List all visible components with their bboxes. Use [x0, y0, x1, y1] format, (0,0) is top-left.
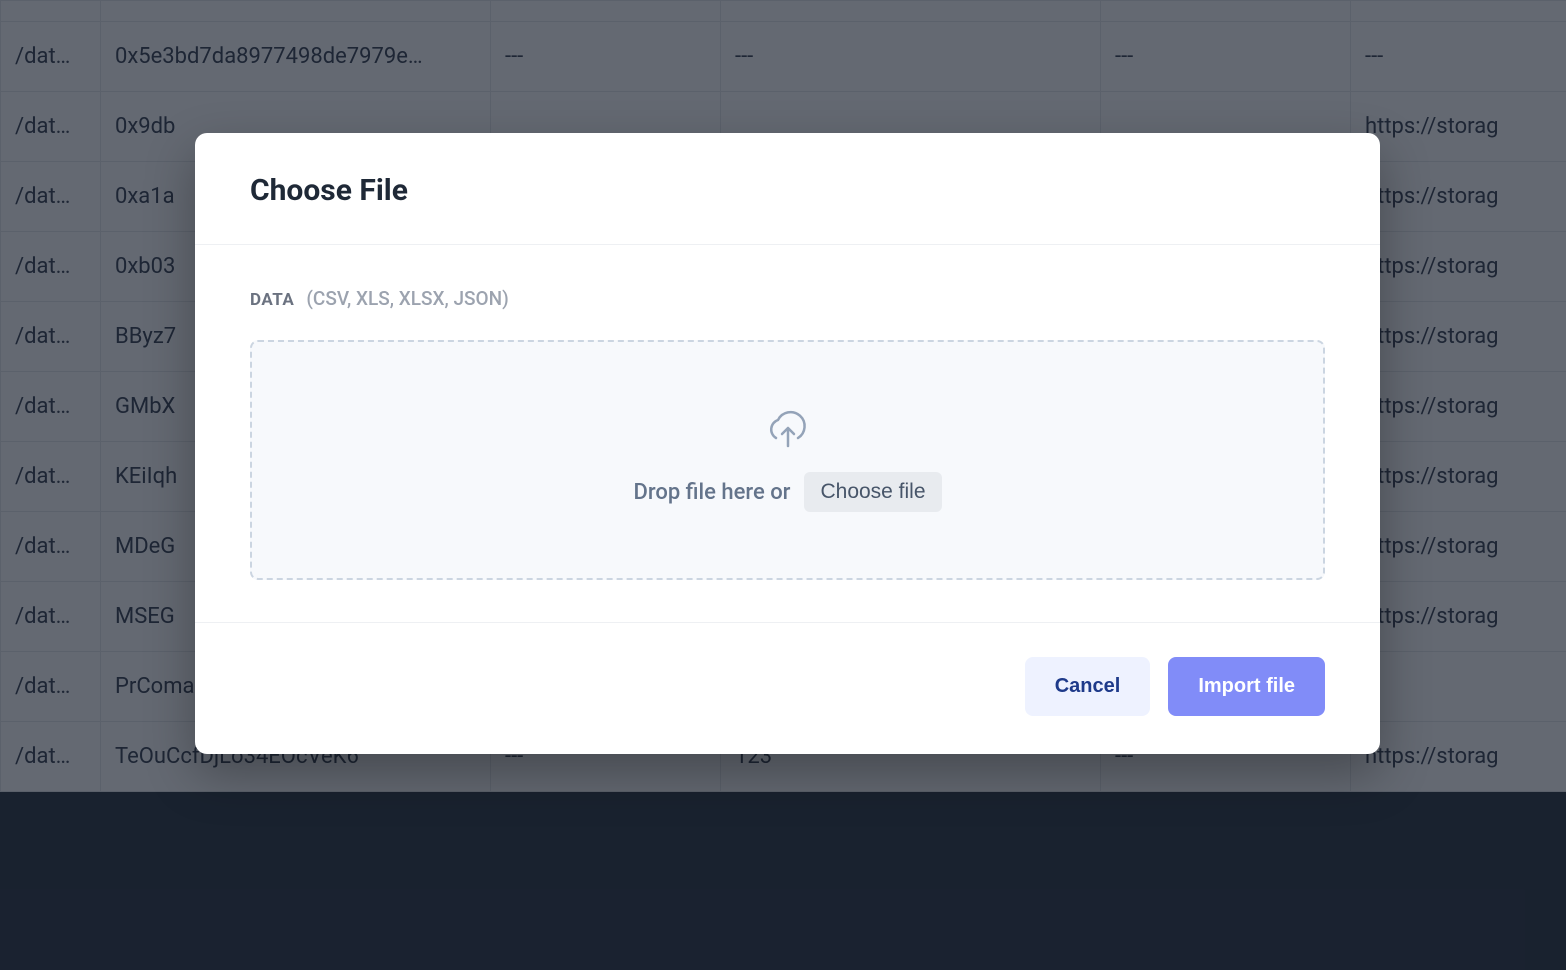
import-file-button[interactable]: Import file: [1168, 657, 1325, 716]
modal-body: DATA (CSV, XLS, XLSX, JSON) Drop file he…: [195, 245, 1380, 623]
modal-footer: Cancel Import file: [195, 623, 1380, 754]
file-dropzone[interactable]: Drop file here or Choose file: [250, 340, 1325, 580]
choose-file-modal: Choose File DATA (CSV, XLS, XLSX, JSON) …: [195, 133, 1380, 754]
dropzone-text-row: Drop file here or Choose file: [633, 472, 941, 512]
modal-header: Choose File: [195, 133, 1380, 245]
cloud-upload-icon: [764, 408, 812, 450]
drop-file-text: Drop file here or: [633, 480, 790, 505]
modal-title: Choose File: [250, 173, 1325, 208]
choose-file-button[interactable]: Choose file: [804, 472, 941, 512]
data-label: DATA: [250, 290, 294, 310]
data-label-row: DATA (CSV, XLS, XLSX, JSON): [250, 287, 1325, 310]
cancel-button[interactable]: Cancel: [1025, 657, 1151, 716]
data-formats: (CSV, XLS, XLSX, JSON): [306, 287, 508, 310]
